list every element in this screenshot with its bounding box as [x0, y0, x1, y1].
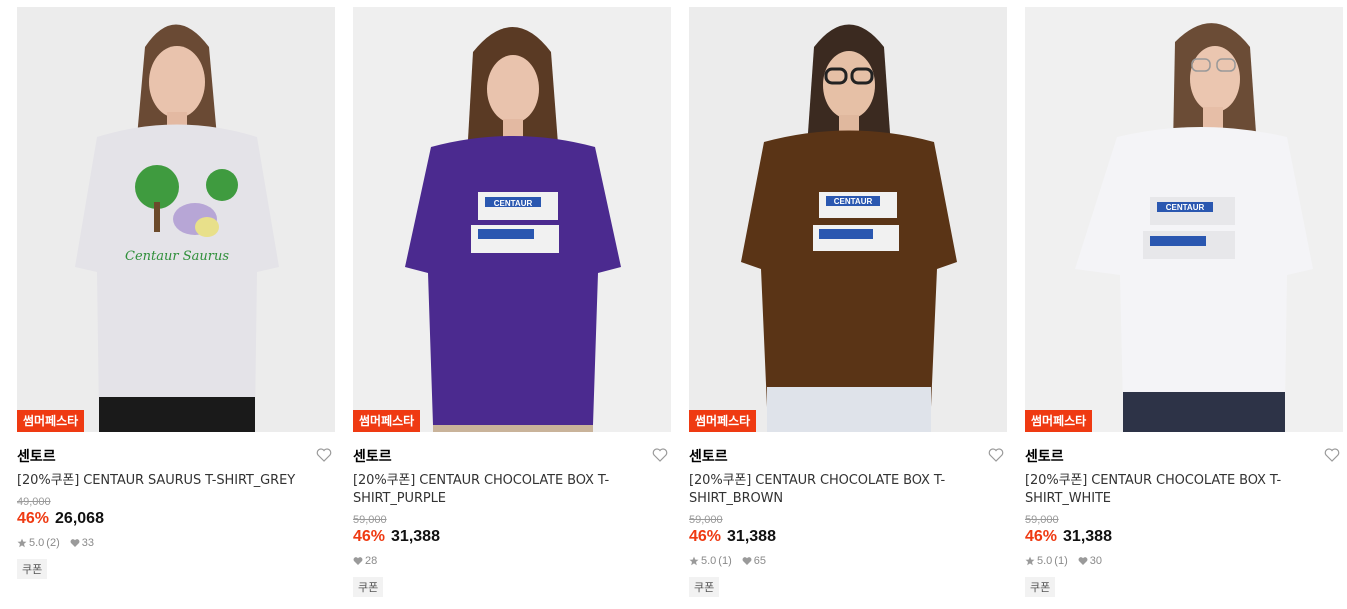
original-price: 49,000: [17, 496, 51, 508]
original-price: 59,000: [1025, 514, 1059, 526]
heart-icon: [742, 557, 752, 565]
promo-badge: 썸머페스타: [17, 410, 85, 432]
print-text: CENTAUR: [1166, 203, 1205, 212]
product-card[interactable]: Centaur Saurus 썸머페스타 센토르 [20%쿠폰] CENTAUR…: [17, 7, 335, 607]
like-count: 28: [365, 555, 378, 567]
product-image[interactable]: CENTAUR 썸머페스타: [1025, 7, 1343, 432]
wishlist-heart-icon[interactable]: [987, 446, 1005, 464]
brand-name[interactable]: 센토르: [1025, 446, 1343, 466]
product-image[interactable]: CENTAUR 썸머페스타: [689, 7, 1007, 432]
model-photo: CENTAUR: [1025, 7, 1343, 432]
coupon-tag: 쿠폰: [689, 577, 720, 597]
coupon-tag: 쿠폰: [1025, 577, 1056, 597]
brand-name[interactable]: 센토르: [689, 446, 1007, 466]
wishlist-heart-icon[interactable]: [1323, 446, 1341, 464]
discount-rate: 46%: [689, 528, 722, 545]
star-icon: [689, 556, 699, 566]
promo-badge: 썸머페스타: [1025, 410, 1093, 432]
product-image[interactable]: Centaur Saurus 썸머페스타: [17, 7, 335, 432]
print-text: Centaur Saurus: [125, 249, 229, 264]
discount-rate: 46%: [17, 510, 50, 527]
product-title[interactable]: [20%쿠폰] CENTAUR CHOCOLATE BOX T-SHIRT_BR…: [689, 472, 989, 508]
review-count: (1): [718, 555, 732, 567]
rating-value: 5.0: [701, 555, 717, 567]
review-count: (1): [1054, 555, 1068, 567]
rating-value: 5.0: [29, 537, 45, 549]
star-icon: [1025, 556, 1035, 566]
sale-price: 31,388: [727, 528, 776, 545]
original-price: 59,000: [353, 514, 387, 526]
product-title[interactable]: [20%쿠폰] CENTAUR SAURUS T-SHIRT_GREY: [17, 472, 317, 490]
print-text: CENTAUR: [494, 199, 533, 208]
sale-price: 26,068: [55, 510, 104, 527]
heart-icon: [1078, 557, 1088, 565]
review-count: (2): [46, 537, 60, 549]
heart-icon: [70, 539, 80, 547]
product-card[interactable]: CENTAUR 썸머페스타 센토르 [20%쿠폰] CENTAUR CHOCOL…: [353, 7, 671, 607]
model-photo: CENTAUR: [689, 7, 1007, 432]
original-price: 59,000: [689, 514, 723, 526]
discount-rate: 46%: [353, 528, 386, 545]
product-title[interactable]: [20%쿠폰] CENTAUR CHOCOLATE BOX T-SHIRT_WH…: [1025, 472, 1325, 508]
rating-value: 5.0: [1037, 555, 1053, 567]
heart-icon: [353, 557, 363, 565]
sale-price: 31,388: [1063, 528, 1112, 545]
discount-rate: 46%: [1025, 528, 1058, 545]
product-card[interactable]: CENTAUR 썸머페스타 센토르 [20%쿠폰] CENTAUR CHOCOL…: [689, 7, 1007, 607]
model-photo: CENTAUR: [353, 7, 671, 432]
print-text: CENTAUR: [834, 197, 873, 206]
like-count: 30: [1089, 555, 1102, 567]
star-icon: [17, 538, 27, 548]
brand-name[interactable]: 센토르: [353, 446, 671, 466]
promo-badge: 썸머페스타: [689, 410, 757, 432]
promo-badge: 썸머페스타: [353, 410, 421, 432]
coupon-tag: 쿠폰: [353, 577, 384, 597]
sale-price: 31,388: [391, 528, 440, 545]
coupon-tag: 쿠폰: [17, 559, 48, 579]
product-image[interactable]: CENTAUR 썸머페스타: [353, 7, 671, 432]
product-card[interactable]: CENTAUR 썸머페스타 센토르 [20%쿠폰] CENTAUR CHOCOL…: [1025, 7, 1343, 607]
product-title[interactable]: [20%쿠폰] CENTAUR CHOCOLATE BOX T-SHIRT_PU…: [353, 472, 653, 508]
like-count: 33: [81, 537, 94, 549]
like-count: 65: [753, 555, 766, 567]
product-grid: Centaur Saurus 썸머페스타 센토르 [20%쿠폰] CENTAUR…: [0, 0, 1347, 609]
wishlist-heart-icon[interactable]: [651, 446, 669, 464]
model-photo: Centaur Saurus: [17, 7, 335, 432]
wishlist-heart-icon[interactable]: [315, 446, 333, 464]
brand-name[interactable]: 센토르: [17, 446, 335, 466]
